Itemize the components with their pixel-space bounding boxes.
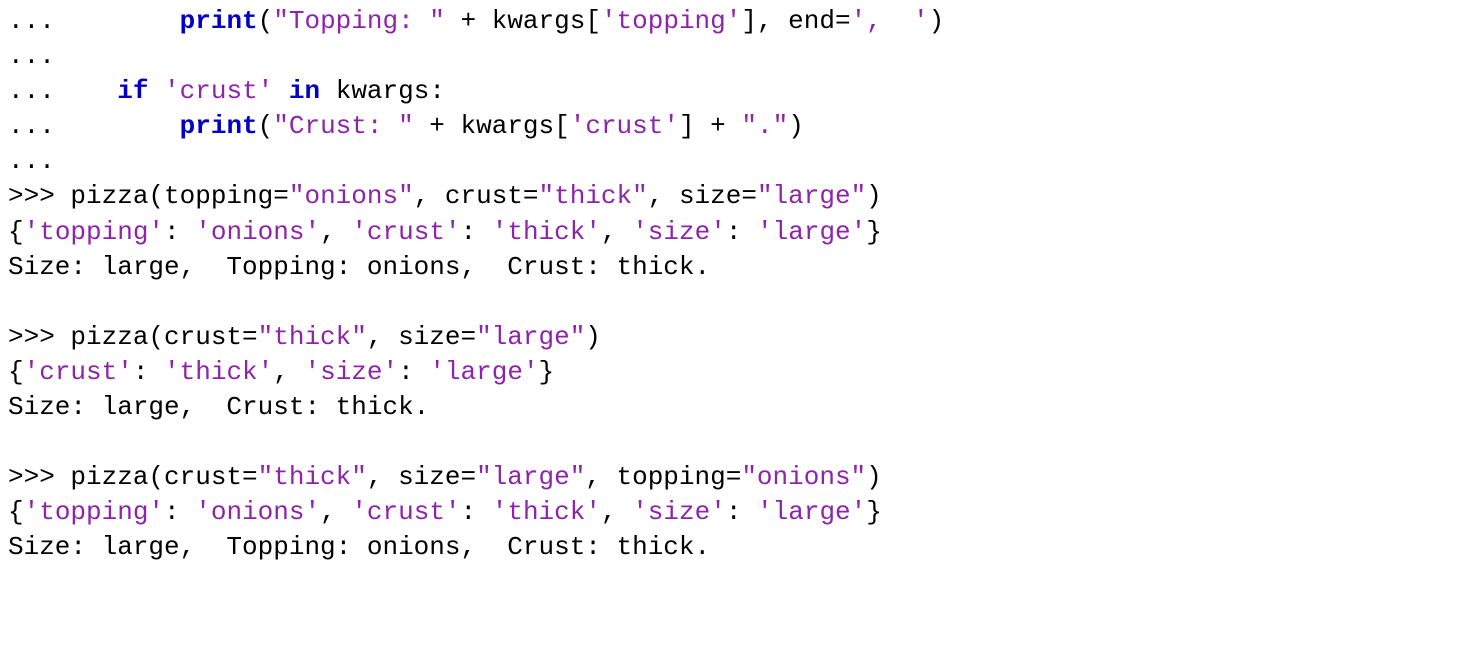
- colon: :: [398, 357, 429, 387]
- str: ".": [741, 111, 788, 141]
- str: "large": [476, 462, 585, 492]
- paren: (: [258, 111, 274, 141]
- output-line: Size: large, Topping: onions, Crust: thi…: [8, 252, 710, 282]
- brace: }: [866, 497, 882, 527]
- expr: , topping=: [585, 462, 741, 492]
- cont-dots: ...: [8, 6, 55, 36]
- str: "large": [757, 181, 866, 211]
- output-line: Size: large, Crust: thick.: [8, 392, 429, 422]
- dict-val: 'thick': [492, 217, 601, 247]
- brace: }: [539, 357, 555, 387]
- dict-val: 'large': [757, 497, 866, 527]
- colon: :: [164, 497, 195, 527]
- kw-if: if: [117, 76, 148, 106]
- dict-val: 'large': [429, 357, 538, 387]
- dict-key: 'crust': [24, 357, 133, 387]
- expr: ] +: [679, 111, 741, 141]
- dict-key: 'topping': [24, 217, 164, 247]
- str: 'crust': [570, 111, 679, 141]
- kw-print: print: [180, 111, 258, 141]
- colon: :: [726, 497, 757, 527]
- repl-call: >>> pizza(crust=: [8, 462, 258, 492]
- dict-val: 'onions': [195, 217, 320, 247]
- comma: ,: [601, 497, 632, 527]
- paren: ): [929, 6, 945, 36]
- colon: :: [461, 497, 492, 527]
- output-line: Size: large, Topping: onions, Crust: thi…: [8, 532, 710, 562]
- str: "Topping: ": [273, 6, 445, 36]
- brace: {: [8, 217, 24, 247]
- dict-key: 'size': [632, 497, 726, 527]
- dict-key: 'topping': [24, 497, 164, 527]
- cont-dots: ...: [8, 146, 55, 176]
- str: "Crust: ": [273, 111, 413, 141]
- repl-call: >>> pizza(crust=: [8, 322, 258, 352]
- expr: , size=: [648, 181, 757, 211]
- comma: ,: [273, 357, 304, 387]
- dict-key: 'size': [632, 217, 726, 247]
- repl-call: >>> pizza(topping=: [8, 181, 289, 211]
- cont-dots: ...: [8, 76, 55, 106]
- expr: , size=: [367, 322, 476, 352]
- expr: + kwargs[: [445, 6, 601, 36]
- str: "large": [476, 322, 585, 352]
- paren: ): [788, 111, 804, 141]
- str: "thick": [258, 322, 367, 352]
- str: 'topping': [601, 6, 741, 36]
- brace: {: [8, 497, 24, 527]
- brace: {: [8, 357, 24, 387]
- dict-val: 'thick': [492, 497, 601, 527]
- str: 'crust': [148, 76, 288, 106]
- cont-dots: ...: [8, 111, 55, 141]
- colon: :: [133, 357, 164, 387]
- dict-key: 'size': [304, 357, 398, 387]
- paren: ): [866, 462, 882, 492]
- paren: ): [866, 181, 882, 211]
- colon: :: [726, 217, 757, 247]
- dict-key: 'crust': [351, 217, 460, 247]
- colon: :: [164, 217, 195, 247]
- comma: ,: [320, 497, 351, 527]
- str: "thick": [258, 462, 367, 492]
- kw-in: in: [289, 76, 320, 106]
- brace: }: [866, 217, 882, 247]
- expr: , size=: [367, 462, 476, 492]
- dict-val: 'thick': [164, 357, 273, 387]
- comma: ,: [320, 217, 351, 247]
- str: "thick": [539, 181, 648, 211]
- colon: :: [461, 217, 492, 247]
- str: ', ': [851, 6, 929, 36]
- str: "onions": [289, 181, 414, 211]
- expr: + kwargs[: [414, 111, 570, 141]
- dict-val: 'large': [757, 217, 866, 247]
- code-block: ... print("Topping: " + kwargs['topping'…: [0, 0, 1470, 574]
- str: "onions": [741, 462, 866, 492]
- expr: ], end=: [741, 6, 850, 36]
- cont-dots: ...: [8, 41, 55, 71]
- dict-val: 'onions': [195, 497, 320, 527]
- paren: (: [258, 6, 274, 36]
- expr: kwargs:: [320, 76, 445, 106]
- kw-print: print: [180, 6, 258, 36]
- paren: ): [585, 322, 601, 352]
- dict-key: 'crust': [351, 497, 460, 527]
- comma: ,: [601, 217, 632, 247]
- expr: , crust=: [414, 181, 539, 211]
